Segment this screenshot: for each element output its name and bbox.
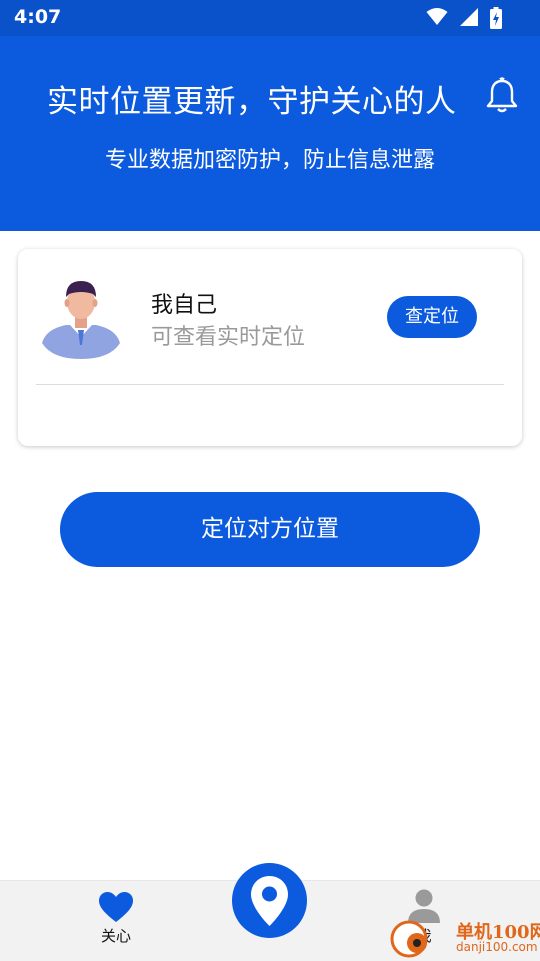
heart-icon (99, 892, 133, 922)
contact-name: 我自己 (151, 293, 218, 318)
header-subtitle: 专业数据加密防护，防止信息泄露 (104, 148, 435, 173)
watermark: 单机100网 danji100.com (390, 918, 540, 960)
check-location-button[interactable]: 查定位 (387, 296, 477, 338)
nav-item-location[interactable] (232, 863, 307, 938)
wifi-icon (426, 8, 448, 25)
locate-other-button[interactable]: 定位对方位置 (60, 492, 480, 567)
self-location-card: 我自己 可查看实时定位 查定位 (18, 249, 522, 446)
contact-description: 可查看实时定位 (151, 325, 306, 350)
bell-icon[interactable] (484, 76, 520, 114)
location-pin-icon (251, 876, 288, 926)
nav-item-care[interactable]: 关心 (90, 891, 142, 946)
status-bar: 4:07 (0, 0, 540, 36)
status-time: 4:07 (14, 6, 62, 28)
status-icons (420, 7, 502, 29)
signal-icon (459, 8, 478, 26)
nav-care-label: 关心 (100, 927, 131, 945)
watermark-url: danji100.com (456, 940, 538, 954)
header-title: 实时位置更新，守护关心的人 (47, 84, 457, 120)
battery-charging-icon (490, 7, 502, 29)
avatar (42, 281, 120, 359)
header-banner: 实时位置更新，守护关心的人 专业数据加密防护，防止信息泄露 (0, 36, 540, 231)
card-divider (36, 384, 504, 385)
watermark-logo-icon (390, 920, 428, 958)
